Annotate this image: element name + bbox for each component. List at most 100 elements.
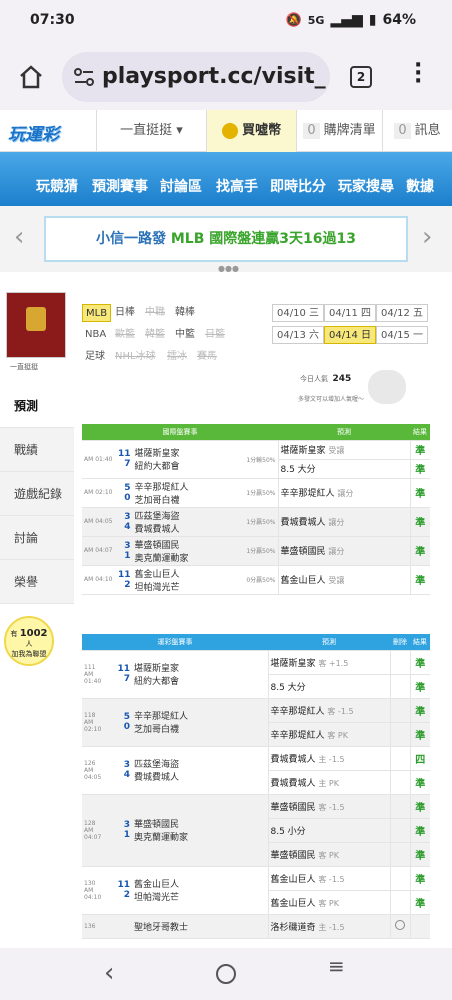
nav-item-forum[interactable]: 討論區 [160,176,202,196]
date-tab[interactable]: 04/13 六 [272,326,324,344]
pick-cell: 舊金山巨人 受讓 [277,565,410,595]
score-home: 4 [123,770,130,780]
delete-cell [389,842,410,867]
date-tab[interactable]: 04/12 五 [376,304,428,322]
score-away: 3 [123,760,130,770]
home-circle-icon[interactable] [216,964,236,984]
tab-predict[interactable]: 預測 [0,384,74,428]
result-cell: 準 [409,440,430,460]
nav-item-player-search[interactable]: 玩家搜尋 [338,176,394,196]
more-menu-icon[interactable]: · · · [414,55,422,93]
game-time: AM 04:10 [84,576,113,583]
league-pill[interactable]: NBA [82,326,109,344]
league-notice[interactable]: 有 1002 人加我為聯盟 [4,616,54,666]
tab-switcher-button[interactable]: 2 [350,66,372,88]
coin-icon [221,122,238,139]
result-cell: 準 [409,674,430,699]
nav-item-events[interactable]: 預測賽事 [92,176,148,196]
messages-link[interactable]: 0 訊息 [382,110,452,152]
game-time: AM 04:07 [84,547,113,554]
team-away[interactable]: 辛辛那堤紅人 [134,709,188,722]
league-pill[interactable]: 足球 [82,348,108,366]
team-away[interactable]: 華盛頓國民 [134,817,188,830]
league-pill[interactable]: MLB [82,304,112,322]
team-home[interactable]: 奧克蘭運動家 [134,830,188,843]
back-icon[interactable]: ‹ [104,958,114,988]
game-time: AM 04:10 [84,886,102,901]
msg-label: 訊息 [414,123,441,138]
team-home[interactable]: 費城費城人 [134,770,179,783]
team-away[interactable]: 舊金山巨人 [134,877,179,890]
status-bar: 07:30 🔕 5G ▂▄▆ ▮ 64% [0,0,452,42]
team-home[interactable]: 芝加哥白襪 [134,722,188,735]
nav-item-data[interactable]: 數據 [406,176,434,196]
result-cell [409,914,430,939]
team-home[interactable]: 坦帕灣光芒 [134,580,242,593]
result-cell: 準 [409,536,430,566]
pick-note: 客 -1.5 [318,874,345,884]
notice-text: 加我為聯盟 [11,650,47,658]
game-info: 136 聖地牙哥教士 [84,920,266,933]
table-row: 111 AM 01:40 11 7 堪薩斯皇家 紐約大都會 堪薩斯皇家 客 +1.5 準 [82,650,430,699]
game-time: AM 01:40 [84,455,113,463]
tab-game-history[interactable]: 遊戲紀錄 [0,472,74,516]
date-tab[interactable]: 04/11 四 [324,304,376,322]
team-home[interactable]: 紐約大都會 [134,459,242,472]
result-cell: 準 [409,794,430,819]
clock: 07:30 [30,12,75,28]
home-icon[interactable] [18,64,44,90]
delete-cell [389,770,410,795]
date-tab[interactable]: 04/14 日 [324,326,376,344]
team-away[interactable]: 華盛頓國民 [134,538,242,551]
nav-item-live-score[interactable]: 即時比分 [270,176,326,196]
chevron-left-icon[interactable]: ‹ [14,222,24,252]
nav-item-experts[interactable]: 找高手 [216,176,258,196]
team-home[interactable]: 芝加哥白襪 [134,493,242,506]
team-away[interactable]: 辛辛那堤紅人 [134,480,242,493]
team-away[interactable]: 匹茲堡海盜 [134,509,242,522]
team-away[interactable]: 堪薩斯皇家 [134,661,179,674]
nav-item-predict[interactable]: 玩競猜 [36,176,78,196]
team-home[interactable]: 費城費城人 [134,522,242,535]
intl-predictions-table: 國際盤賽事 預測 結果 AM 01:40 11 7 堪薩斯皇家 紐約大都會 1分輸50% 堪… [82,424,430,595]
tab-discussion[interactable]: 討論 [0,516,74,560]
col-header-result: 結果 [410,424,430,441]
teams: 華盛頓國民 奧克蘭運動家 [134,817,188,843]
team-home[interactable]: 坦帕灣光芒 [134,890,179,903]
url-field[interactable]: playsport.cc/visit_ [62,52,330,102]
recents-icon[interactable]: ≡ [328,956,345,976]
team-home[interactable]: 紐約大都會 [134,674,179,687]
delete-cell [389,818,410,843]
col-header-pick: 預測 [278,424,410,441]
team-away[interactable]: 堪薩斯皇家 [134,446,242,459]
score-away: 5 [124,482,131,493]
user-menu-button[interactable]: 一直挺挺 ▾ [96,110,206,152]
team-away[interactable]: 聖地牙哥教士 [134,920,188,933]
carousel-dots: ●●● [218,264,239,273]
tab-honors[interactable]: 榮譽 [0,560,74,604]
team-away[interactable]: 舊金山巨人 [134,567,242,580]
team-away[interactable]: 匹茲堡海盜 [134,757,179,770]
delete-cell [389,890,410,915]
game-info: AM 04:10 11 2 舊金山巨人 坦帕灣光芒 0分贏50% [84,567,276,593]
cart-link[interactable]: 0 購牌清單 [296,110,382,152]
date-tab[interactable]: 04/15 一 [376,326,428,344]
pick-team: 8.5 小分 [270,826,306,837]
pick-cell: 堪薩斯皇家 客 +1.5 [267,650,390,675]
buy-coin-button[interactable]: 買噓幣 [206,110,296,152]
teams: 舊金山巨人 坦帕灣光芒 [134,877,179,903]
league-pill[interactable]: 中籃 [172,326,198,344]
team-home[interactable]: 奧克蘭運動家 [134,551,242,564]
site-logo[interactable]: 玩運彩 [8,120,59,145]
delete-radio-icon[interactable] [395,919,405,930]
avatar[interactable] [6,292,66,358]
site-settings-icon[interactable] [74,68,94,86]
league-pill[interactable]: 韓棒 [172,304,198,322]
promo-link[interactable]: 小信一路發 MLB 國際盤連贏3天16過13 [44,216,408,262]
date-tab[interactable]: 04/10 三 [272,304,324,322]
league-pill[interactable]: 日棒 [112,304,138,322]
tab-record[interactable]: 戰績 [0,428,74,472]
pick-cell: 8.5 大分 [267,674,390,699]
game-time: AM 02:10 [84,489,113,496]
chevron-right-icon[interactable]: › [422,222,432,252]
